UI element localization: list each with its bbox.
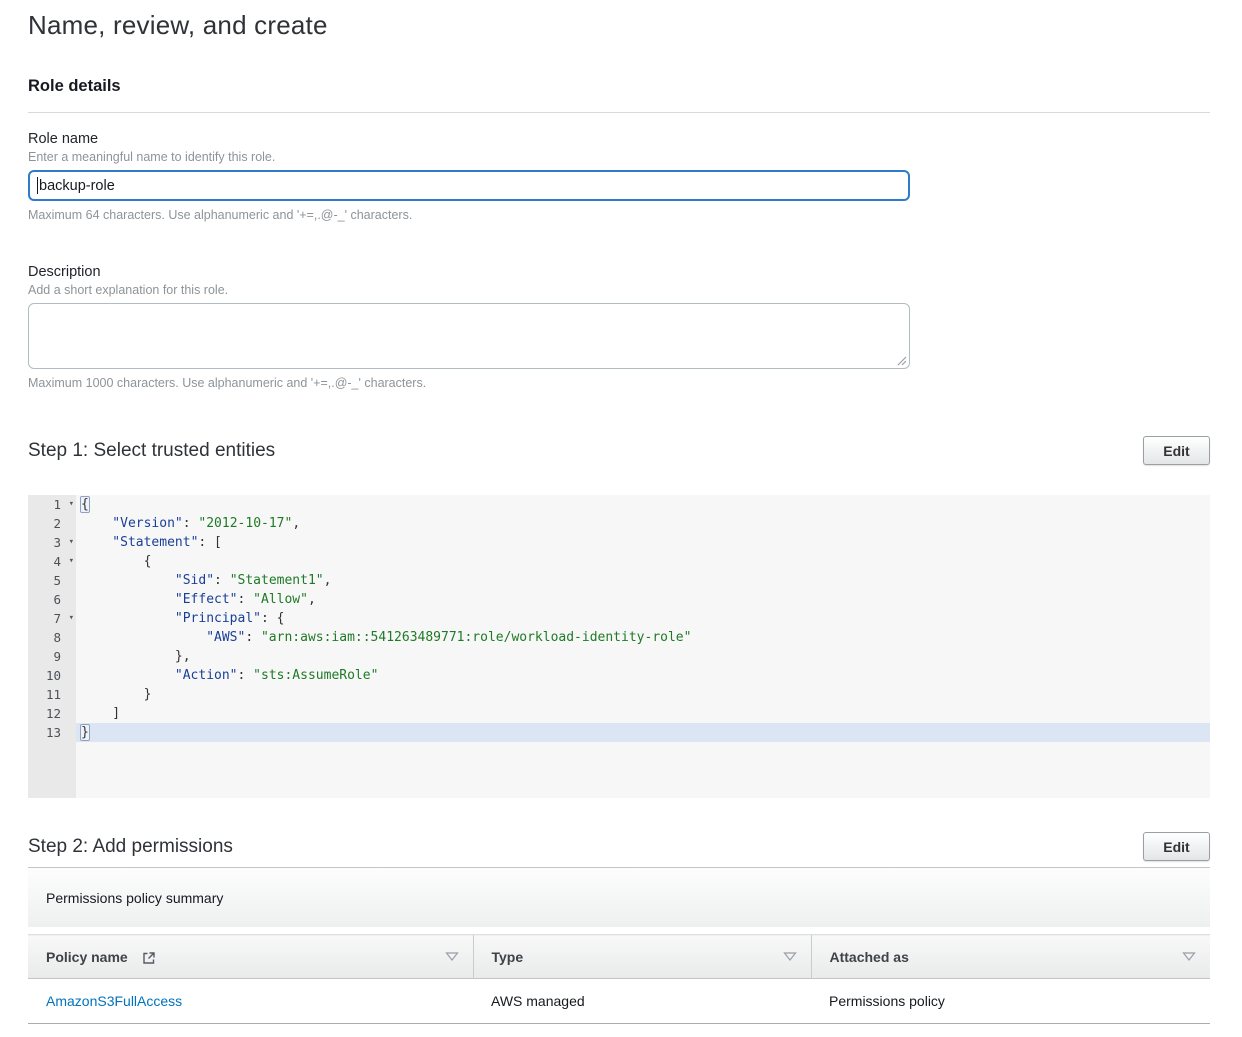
line-number: 6 [28,590,76,609]
column-label: Type [492,949,524,965]
code-text: { [76,495,1210,514]
column-header-attached-as[interactable]: Attached as [811,935,1210,979]
role-name-help: Enter a meaningful name to identify this… [28,150,1210,164]
line-number: 10 [28,666,76,685]
code-line: 5"Sid": "Statement1", [28,571,1210,590]
section-divider [28,112,1210,113]
code-text: "AWS": "arn:aws:iam::541263489771:role/w… [76,628,1210,647]
code-line: 7▾"Principal": { [28,609,1210,628]
code-text: "Sid": "Statement1", [76,571,1210,590]
policy-type-cell: AWS managed [473,979,811,1024]
filter-icon[interactable] [783,952,797,961]
line-number: 12 [28,704,76,723]
code-text: "Version": "2012-10-17", [76,514,1210,533]
description-constraint: Maximum 1000 characters. Use alphanumeri… [28,376,1210,390]
code-text: } [76,723,1210,742]
step1-heading: Step 1: Select trusted entities [28,440,275,462]
code-text: "Effect": "Allow", [76,590,1210,609]
role-name-input[interactable] [28,170,910,201]
code-text: }, [76,647,1210,666]
column-label: Attached as [830,949,909,965]
permissions-panel: Permissions policy summary Policy name Ty… [28,867,1210,1024]
filter-icon[interactable] [445,952,459,961]
permissions-panel-title: Permissions policy summary [28,867,1210,927]
line-number: 5 [28,571,76,590]
role-name-constraint: Maximum 64 characters. Use alphanumeric … [28,208,1210,222]
step2-heading: Step 2: Add permissions [28,836,233,858]
role-name-label: Role name [28,131,1210,147]
fold-icon[interactable]: ▾ [69,533,74,552]
column-header-type[interactable]: Type [473,935,811,979]
code-text: "Principal": { [76,609,1210,628]
code-text: "Statement": [ [76,533,1210,552]
page-content: Name, review, and create Role details Ro… [0,0,1242,1024]
code-line: 12] [28,704,1210,723]
line-number: 2 [28,514,76,533]
trust-policy-editor[interactable]: 1▾{2"Version": "2012-10-17",3▾"Statement… [28,495,1210,798]
step1-edit-button[interactable]: Edit [1143,436,1210,465]
code-line: 4▾{ [28,552,1210,571]
page-title: Name, review, and create [28,10,1210,41]
filter-icon[interactable] [1182,952,1196,961]
policy-name-cell: AmazonS3FullAccess [28,979,473,1024]
code-line: 1▾{ [28,495,1210,514]
code-text: "Action": "sts:AssumeRole" [76,666,1210,685]
code-line: 11} [28,685,1210,704]
column-label: Policy name [46,949,128,965]
description-textarea[interactable] [28,303,910,369]
code-text: ] [76,704,1210,723]
column-header-policy-name[interactable]: Policy name [28,935,473,979]
code-line: 6"Effect": "Allow", [28,590,1210,609]
fold-icon[interactable]: ▾ [69,552,74,571]
code-line: 9}, [28,647,1210,666]
role-details-heading: Role details [28,77,1210,96]
table-row: AmazonS3FullAccess AWS managedPermissions… [28,979,1210,1024]
line-number: 8 [28,628,76,647]
permissions-table: Policy name Type Attached as AmazonS3FullA… [28,934,1210,1024]
description-help: Add a short explanation for this role. [28,283,1210,297]
line-number: 9 [28,647,76,666]
code-line: 2"Version": "2012-10-17", [28,514,1210,533]
fold-icon[interactable]: ▾ [69,495,74,514]
code-line: 13} [28,723,1210,742]
external-link-icon [142,951,156,965]
line-number: 11 [28,685,76,704]
step2-edit-button[interactable]: Edit [1143,832,1210,861]
code-text: } [76,685,1210,704]
line-number: 1▾ [28,495,76,514]
line-number: 4▾ [28,552,76,571]
description-label: Description [28,264,1210,280]
code-text: { [76,552,1210,571]
policy-name-link[interactable]: AmazonS3FullAccess [46,993,182,1009]
line-number: 3▾ [28,533,76,552]
code-line: 3▾"Statement": [ [28,533,1210,552]
code-line: 8"AWS": "arn:aws:iam::541263489771:role/… [28,628,1210,647]
line-number: 13 [28,723,76,742]
line-number: 7▾ [28,609,76,628]
attached-as-cell: Permissions policy [811,979,1210,1024]
fold-icon[interactable]: ▾ [69,609,74,628]
text-caret [37,177,38,194]
code-line: 10"Action": "sts:AssumeRole" [28,666,1210,685]
